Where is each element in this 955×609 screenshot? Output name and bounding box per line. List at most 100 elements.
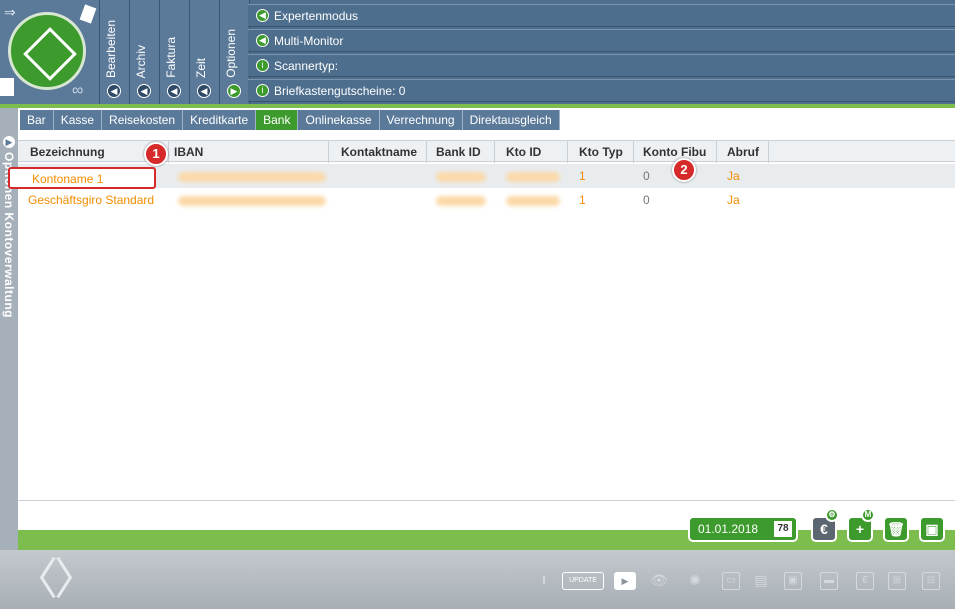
kto-typ-cell[interactable]: 1 <box>579 169 586 183</box>
table-row[interactable]: 1 0 Ja <box>18 164 955 188</box>
vtab-label: Bearbeiten <box>104 19 118 78</box>
date-picker[interactable]: 01.01.2018 78 <box>688 516 798 542</box>
column-header-bezeichnung[interactable]: Bezeichnung <box>30 145 105 159</box>
tab-bank[interactable]: Bank <box>256 110 299 130</box>
column-divider <box>567 141 568 163</box>
update-button[interactable]: UPDATE <box>562 572 604 590</box>
nav-back-icon[interactable]: 〈 <box>14 558 58 602</box>
column-header-kontaktname[interactable]: Kontaktname <box>341 145 417 159</box>
column-header-konto-fibu[interactable]: Konto Fibu <box>643 145 706 159</box>
bank-id-value-redacted <box>436 196 486 206</box>
delete-button[interactable]: 🗑 <box>883 516 909 542</box>
info-icon: i <box>256 59 269 72</box>
kto-id-value-redacted <box>506 172 560 182</box>
chevron-right-icon[interactable]: ▶ <box>3 136 15 148</box>
nav-forward-icon[interactable]: 〉 <box>54 558 98 602</box>
report-icon[interactable]: ▤ <box>752 572 770 590</box>
settings-icon[interactable]: ⊞ <box>888 572 906 590</box>
column-divider <box>328 141 329 163</box>
vtab-bearbeiten[interactable]: Bearbeiten ◀ <box>100 0 130 104</box>
m-badge-icon: M <box>861 508 875 522</box>
footer: 〈 〉 <box>0 550 955 609</box>
info-icon: i <box>256 84 269 97</box>
card-icon[interactable]: ▬ <box>820 572 838 590</box>
info-label: Scannertyp: <box>274 58 339 73</box>
annotation-badge-1: 1 <box>144 142 168 166</box>
app-logo[interactable]: ⇒ ∞ <box>0 0 100 104</box>
column-divider <box>168 141 169 163</box>
chevron-left-icon[interactable]: ◀ <box>197 84 211 98</box>
vtab-label: Archiv <box>134 44 148 78</box>
euro-icon[interactable]: € <box>856 572 874 590</box>
bezeichnung-cell[interactable]: Geschäftsgiro Standard <box>28 193 154 207</box>
tab-kreditkarte[interactable]: Kreditkarte <box>183 110 257 130</box>
euro-settings-button[interactable]: € ⚙ <box>811 508 839 542</box>
info-row-expertenmodus[interactable]: ◀ Expertenmodus <box>248 4 955 27</box>
vtab-zeit[interactable]: Zeit ◀ <box>190 0 220 104</box>
column-header-kto-typ[interactable]: Kto Typ <box>579 145 623 159</box>
print-icon[interactable]: ⊟ <box>922 572 940 590</box>
info-row-scannertyp[interactable]: i Scannertyp: <box>248 54 955 77</box>
bezeichnung-edit-field[interactable]: Kontoname 1 <box>8 167 156 189</box>
kto-id-value-redacted <box>506 196 560 206</box>
idea-icon[interactable]: ✺ <box>686 572 704 590</box>
tab-reisekosten[interactable]: Reisekosten <box>102 110 184 130</box>
konto-fibu-cell[interactable]: 0 <box>643 193 650 207</box>
play-icon[interactable]: ▶ <box>614 572 636 590</box>
chevron-right-icon[interactable]: ▶ <box>227 84 241 98</box>
add-button[interactable]: + M <box>847 508 875 542</box>
konto-fibu-cell[interactable]: 0 <box>643 169 650 183</box>
eye-icon[interactable]: 👁 <box>650 572 668 590</box>
column-header-abruf[interactable]: Abruf <box>727 145 759 159</box>
tab-direktausgleich[interactable]: Direktausgleich <box>463 110 560 130</box>
calendar-icon[interactable]: 78 <box>774 521 792 537</box>
column-divider <box>426 141 427 163</box>
vtab-label: Optionen <box>224 29 238 78</box>
account-type-tabs: Bar Kasse Reisekosten Kreditkarte Bank O… <box>18 108 955 130</box>
options-info-panel: ◀ Expertenmodus ◀ Multi-Monitor i Scanne… <box>248 4 955 104</box>
chevron-left-icon: ◀ <box>256 9 269 22</box>
info-label: Multi-Monitor <box>274 33 344 48</box>
window-icon[interactable]: ▭ <box>722 572 740 590</box>
column-header-kto-id[interactable]: Kto ID <box>506 145 541 159</box>
column-divider <box>716 141 717 163</box>
column-header-bank-id[interactable]: Bank ID <box>436 145 481 159</box>
column-header-iban[interactable]: IBAN <box>174 145 203 159</box>
bank-id-value-redacted <box>436 172 486 182</box>
chevron-left-icon[interactable]: ◀ <box>167 84 181 98</box>
iban-value-redacted <box>178 196 326 206</box>
tab-onlinekasse[interactable]: Onlinekasse <box>298 110 380 130</box>
bezeichnung-cell[interactable]: Kontoname 1 <box>32 172 103 186</box>
chevron-left-icon[interactable]: ◀ <box>137 84 151 98</box>
vtab-label: Zeit <box>194 57 208 78</box>
abruf-cell[interactable]: Ja <box>727 169 740 183</box>
save-icon[interactable]: ▣ <box>784 572 802 590</box>
document-icon <box>79 4 97 24</box>
table-row[interactable]: Geschäftsgiro Standard 1 0 Ja <box>18 188 955 212</box>
header: ⇒ ∞ Bearbeiten ◀ Archiv ◀ Faktura ◀ Zeit… <box>0 0 955 104</box>
forward-arrow-icon[interactable]: ⇒ <box>4 4 16 21</box>
column-divider <box>768 141 769 163</box>
diamond-icon <box>23 27 77 81</box>
vtab-optionen[interactable]: Optionen ▶ <box>220 0 250 104</box>
save-icon: ▣ <box>925 521 939 537</box>
kto-typ-cell[interactable]: 1 <box>579 193 586 207</box>
tab-bar[interactable]: Bar <box>20 110 54 130</box>
plus-icon: + <box>855 521 865 537</box>
column-divider <box>633 141 634 163</box>
logo-circle-icon[interactable] <box>8 12 86 90</box>
chevron-left-icon: ◀ <box>256 34 269 47</box>
chevron-left-icon[interactable]: ◀ <box>107 84 121 98</box>
info-row-multi-monitor[interactable]: ◀ Multi-Monitor <box>248 29 955 52</box>
info-row-briefkastengutscheine[interactable]: i Briefkastengutscheine: 0 <box>248 79 955 102</box>
tab-verrechnung[interactable]: Verrechnung <box>380 110 463 130</box>
gear-icon: ⚙ <box>825 508 839 522</box>
date-value: 01.01.2018 <box>698 522 759 536</box>
vtab-faktura[interactable]: Faktura ◀ <box>160 0 190 104</box>
abruf-cell[interactable]: Ja <box>727 193 740 207</box>
save-button[interactable]: ▣ <box>919 516 945 542</box>
table-bottom-border <box>18 500 955 501</box>
tab-kasse[interactable]: Kasse <box>54 110 103 130</box>
vtab-archiv[interactable]: Archiv ◀ <box>130 0 160 104</box>
infinity-icon: ∞ <box>72 82 84 99</box>
